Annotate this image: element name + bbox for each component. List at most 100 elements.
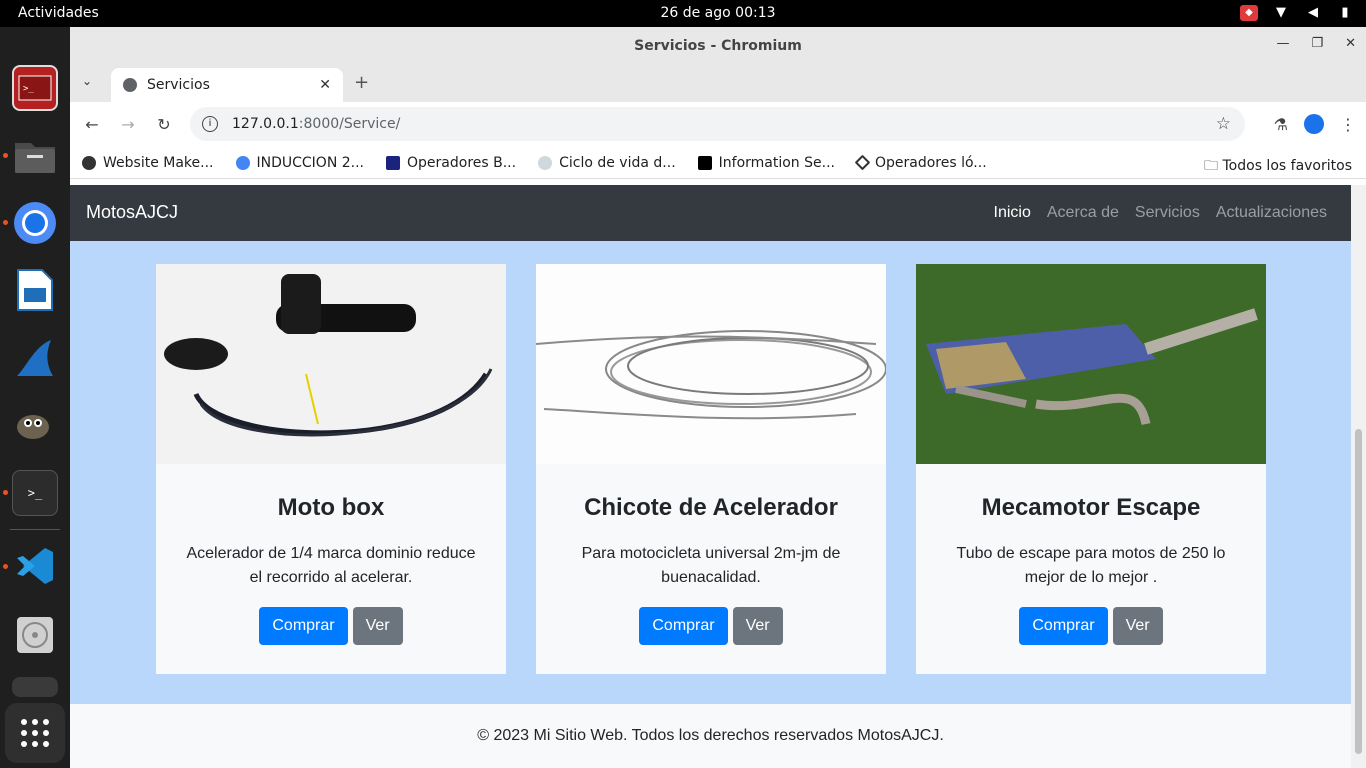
view-button[interactable]: Ver xyxy=(1112,607,1163,645)
reload-icon[interactable]: ↻ xyxy=(146,115,182,134)
running-indicator xyxy=(3,490,8,495)
dock: >_ >_ xyxy=(0,27,70,768)
folder-icon: 🗀 xyxy=(1204,158,1223,174)
bookmark-label: Information Se... xyxy=(718,154,835,171)
product-image-exhaust xyxy=(916,264,1266,464)
bookmark-label: Operadores B... xyxy=(407,154,517,171)
card-title: Mecamotor Escape xyxy=(981,494,1201,521)
chromium-app-icon[interactable] xyxy=(12,200,58,246)
info-icon[interactable]: i xyxy=(202,116,218,132)
maximize-icon[interactable]: ❐ xyxy=(1311,36,1323,51)
site-icon xyxy=(386,155,401,170)
url-path: :8000/Service/ xyxy=(298,116,401,132)
document-icon xyxy=(17,269,53,311)
view-button[interactable]: Ver xyxy=(352,607,403,645)
app-grid-icon xyxy=(21,719,49,747)
nav-link-acerca[interactable]: Acerca de xyxy=(1047,204,1119,222)
menu-kebab-icon[interactable]: ⋮ xyxy=(1340,115,1356,134)
screencast-icon[interactable]: ◆ xyxy=(1240,5,1258,21)
files-app-icon[interactable] xyxy=(12,132,58,178)
tab-label: Servicios xyxy=(147,77,210,93)
forward-arrow-icon[interactable]: → xyxy=(110,115,146,134)
writer-app-icon[interactable] xyxy=(12,267,58,313)
bookmarks-bar: Website Make... INDUCCION 2... Operadore… xyxy=(70,147,1366,179)
nav-link-servicios[interactable]: Servicios xyxy=(1135,204,1200,222)
terminal-prompt-icon: >_ xyxy=(27,486,43,500)
running-indicator xyxy=(3,220,8,225)
bookmark-label: INDUCCION 2... xyxy=(256,154,365,171)
new-tab-button[interactable]: + xyxy=(354,72,369,93)
product-image-cable xyxy=(536,264,886,464)
running-indicator xyxy=(3,564,8,569)
vscode-app-icon[interactable] xyxy=(12,543,58,589)
minimize-icon[interactable]: — xyxy=(1276,36,1289,51)
x-icon xyxy=(697,155,712,170)
bookmark-item[interactable]: Ciclo de vida d... xyxy=(538,155,676,171)
footer-text: © 2023 Mi Sitio Web. Todos los derechos … xyxy=(477,727,944,744)
page-scrollbar[interactable] xyxy=(1351,185,1366,768)
vscode-icon xyxy=(17,548,53,584)
globe-icon xyxy=(123,78,137,92)
clock[interactable]: 26 de ago 00:13 xyxy=(0,5,1366,21)
battery-icon[interactable]: ▮ xyxy=(1336,4,1354,22)
url-host: 127.0.0.1 xyxy=(232,116,299,132)
back-arrow-icon[interactable]: ← xyxy=(74,115,110,134)
disc-icon xyxy=(17,617,53,653)
all-bookmarks-label: Todos los favoritos xyxy=(1222,158,1353,174)
scrollbar-thumb[interactable] xyxy=(1355,429,1362,754)
bookmark-star-icon[interactable]: ☆ xyxy=(1216,114,1231,134)
bookmark-item[interactable]: Operadores ló... xyxy=(854,154,987,171)
svg-text:>_: >_ xyxy=(23,84,34,94)
buy-button[interactable]: Comprar xyxy=(1019,607,1108,645)
view-button[interactable]: Ver xyxy=(732,607,783,645)
bookmark-item[interactable]: Information Se... xyxy=(697,154,835,171)
terminal-app-icon[interactable]: >_ xyxy=(12,470,58,516)
page-viewport: MotosAJCJ Inicio Acerca de Servicios Act… xyxy=(70,185,1366,768)
dock-separator xyxy=(10,529,60,530)
labs-flask-icon[interactable]: ⚗ xyxy=(1274,115,1288,134)
wifi-icon[interactable]: ▼ xyxy=(1272,4,1290,22)
app-icon-partial[interactable] xyxy=(12,677,58,697)
shark-fin-icon xyxy=(17,340,53,376)
system-top-bar: Actividades 26 de ago 00:13 ◆ ▼ ◀ ▮ xyxy=(0,0,1366,27)
volume-icon[interactable]: ◀ xyxy=(1304,4,1322,22)
terminal-red-app-icon[interactable]: >_ xyxy=(12,65,58,111)
all-bookmarks-button[interactable]: 🗀 Todos los favoritos xyxy=(1204,155,1352,179)
buy-button[interactable]: Comprar xyxy=(259,607,348,645)
close-window-icon[interactable]: ✕ xyxy=(1345,36,1356,51)
tab-strip: ⌄ Servicios ✕ + xyxy=(70,64,1366,102)
bookmark-item[interactable]: Operadores B... xyxy=(386,155,516,171)
window-titlebar[interactable]: Servicios - Chromium — ❐ ✕ xyxy=(70,27,1366,64)
gimp-app-icon[interactable] xyxy=(12,402,58,448)
address-bar[interactable]: i 127.0.0.1 :8000/Service/ ☆ xyxy=(190,107,1245,141)
card-text: Acelerador de 1/4 marca dominio reduce e… xyxy=(186,545,476,586)
disc-app-icon[interactable] xyxy=(12,612,58,658)
globe-icon xyxy=(82,155,96,170)
browser-toolbar: ← → ↻ i 127.0.0.1 :8000/Service/ ☆ ⚗ ⋮ xyxy=(70,102,1366,147)
cloud-icon xyxy=(538,155,553,170)
nav-link-actualizaciones[interactable]: Actualizaciones xyxy=(1216,204,1327,222)
wireshark-app-icon[interactable] xyxy=(12,335,58,381)
bookmark-item[interactable]: INDUCCION 2... xyxy=(235,154,365,171)
site-brand[interactable]: MotosAJCJ xyxy=(86,202,178,223)
show-apps-button[interactable] xyxy=(5,703,65,763)
system-tray[interactable]: ◆ ▼ ◀ ▮ xyxy=(1240,4,1354,22)
tab-search-chevron-icon[interactable]: ⌄ xyxy=(82,74,92,88)
google-icon xyxy=(235,155,250,170)
terminal-icon: >_ xyxy=(18,75,52,101)
folder-icon xyxy=(15,143,55,173)
close-tab-icon[interactable]: ✕ xyxy=(319,77,331,93)
profile-avatar-icon[interactable] xyxy=(1304,114,1324,134)
tab-servicios[interactable]: Servicios ✕ xyxy=(111,68,343,102)
buy-button[interactable]: Comprar xyxy=(639,607,728,645)
nav-link-inicio[interactable]: Inicio xyxy=(994,204,1031,222)
gimp-icon xyxy=(17,415,49,439)
chromium-icon xyxy=(14,202,56,244)
product-card: Chicote de Acelerador Para motocicleta u… xyxy=(536,264,886,674)
product-image-throttle xyxy=(156,264,506,464)
diamond-icon xyxy=(854,154,871,171)
bookmark-label: Operadores ló... xyxy=(874,154,987,171)
site-navbar: MotosAJCJ Inicio Acerca de Servicios Act… xyxy=(70,185,1351,241)
browser-window: Servicios - Chromium — ❐ ✕ ⌄ Servicios ✕… xyxy=(70,27,1366,768)
bookmark-item[interactable]: Website Make... xyxy=(82,155,214,171)
